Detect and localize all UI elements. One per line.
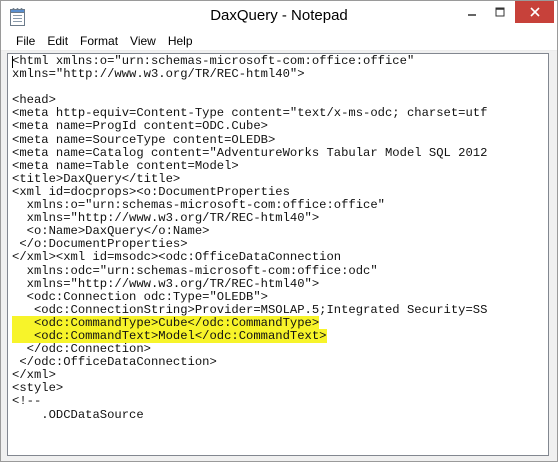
title-bar[interactable]: DaxQuery - Notepad — [1, 1, 557, 32]
editor-line-text: xmlns="http://www.w3.org/TR/REC-html40"> — [12, 211, 320, 226]
editor-line-text: <odc:CommandText>Model</odc:CommandText> — [12, 328, 327, 343]
editor-line-text: <odc:Connection odc:Type="OLEDB"> — [12, 289, 268, 304]
editor-content: <html xmlns:o="urn:schemas-microsoft-com… — [12, 54, 548, 422]
minimize-button[interactable] — [458, 1, 486, 23]
editor-line-text: <meta name=ProgId content=ODC.Cube> — [12, 119, 268, 134]
editor-line: <odc:ConnectionString>Provider=MSOLAP.5;… — [12, 302, 548, 317]
editor-line-text: <html xmlns:o="urn:schemas-microsoft-com… — [12, 54, 415, 68]
minimize-icon — [468, 14, 476, 16]
editor-line-text: <odc:ConnectionString>Provider=MSOLAP.5;… — [12, 302, 488, 317]
close-icon — [529, 7, 540, 17]
editor-line-text: <odc:CommandType>Cube</odc:CommandType> — [12, 315, 320, 330]
editor-line-text: <head> — [12, 93, 56, 108]
close-button[interactable] — [515, 1, 554, 23]
menu-help[interactable]: Help — [162, 32, 199, 51]
menu-edit[interactable]: Edit — [41, 32, 74, 51]
text-editor[interactable]: <html xmlns:o="urn:schemas-microsoft-com… — [7, 53, 549, 456]
editor-line-text: xmlns="http://www.w3.org/TR/REC-html40"> — [12, 67, 305, 82]
editor-line-text: </xml> — [12, 368, 56, 383]
editor-line-text: xmlns:o="urn:schemas-microsoft-com:offic… — [12, 198, 385, 213]
editor-line: xmlns="http://www.w3.org/TR/REC-html40"> — [12, 68, 548, 81]
text-cursor — [12, 56, 13, 68]
editor-line-text: <meta name=Catalog content="AdventureWor… — [12, 145, 488, 160]
maximize-icon — [495, 7, 505, 17]
editor-line-text: xmlns="http://www.w3.org/TR/REC-html40"> — [12, 276, 320, 291]
menu-bar: File Edit Format View Help — [1, 32, 557, 51]
editor-line-text: <!-- — [12, 394, 42, 409]
editor-line-text: </o:DocumentProperties> — [12, 237, 188, 252]
editor-line-text: <xml id=docprops><o:DocumentProperties — [12, 184, 290, 199]
editor-line-text: .ODCDataSource — [12, 407, 144, 422]
editor-line-text: </xml><xml id=msodc><odc:OfficeDataConne… — [12, 250, 342, 265]
menu-format[interactable]: Format — [74, 32, 124, 51]
editor-line-text: <meta http-equiv=Content-Type content="t… — [12, 106, 488, 121]
editor-line: </xml> — [12, 369, 548, 382]
editor-line: <style> — [12, 382, 548, 395]
editor-line-text: <meta name=SourceType content=OLEDB> — [12, 132, 276, 147]
editor-line: <odc:CommandType>Cube</odc:CommandType> — [12, 315, 548, 330]
editor-line-text: </odc:Connection> — [12, 342, 151, 357]
maximize-button[interactable] — [486, 1, 514, 23]
editor-line-text: <meta name=Table content=Model> — [12, 158, 239, 173]
editor-line: </odc:OfficeDataConnection> — [12, 356, 548, 369]
editor-line-text: </odc:OfficeDataConnection> — [12, 355, 217, 370]
menu-view[interactable]: View — [124, 32, 162, 51]
editor-line: .ODCDataSource — [12, 407, 548, 422]
menu-file[interactable]: File — [10, 32, 41, 51]
editor-line-text: <o:Name>DaxQuery</o:Name> — [12, 224, 210, 239]
editor-line-text: <title>DaxQuery</title> — [12, 171, 181, 186]
editor-line-text: xmlns:odc="urn:schemas-microsoft-com:off… — [12, 263, 378, 278]
editor-line-text: <style> — [12, 381, 64, 396]
notepad-window: DaxQuery - Notepad File Edit Format View… — [0, 0, 558, 462]
